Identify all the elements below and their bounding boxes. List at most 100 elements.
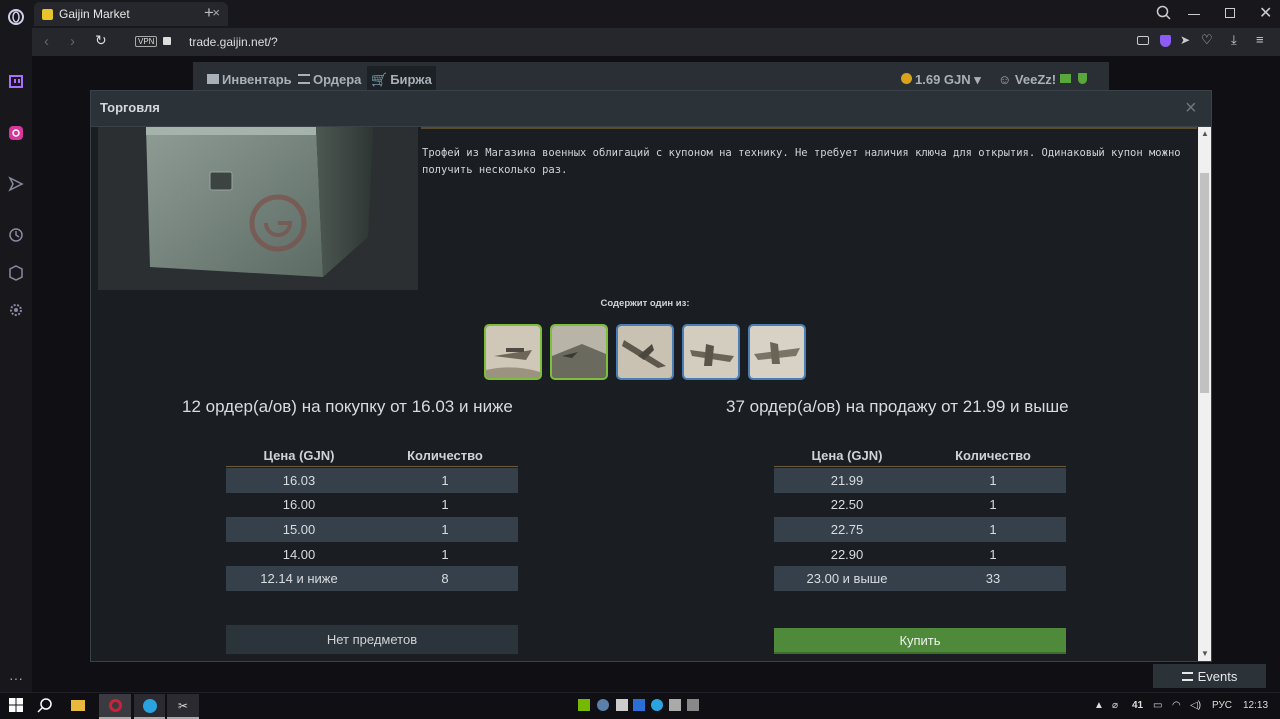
sell-order-row[interactable]: 22.75 1 <box>774 517 1066 542</box>
cart-icon: 🛒 <box>371 72 388 87</box>
events-button[interactable]: Events <box>1153 664 1266 688</box>
sell-order-price: 21.99 <box>830 472 864 488</box>
sell-order-qty: 1 <box>989 546 997 562</box>
opera-taskbar-icon[interactable] <box>99 694 131 719</box>
scroll-up-icon[interactable]: ▲ <box>1201 129 1209 138</box>
flow-icon[interactable]: ➤ <box>1180 33 1190 47</box>
search-taskbar-icon[interactable] <box>37 697 55 715</box>
twitch-icon[interactable] <box>7 74 25 92</box>
opera-logo-icon[interactable] <box>7 8 25 26</box>
extensions-icon[interactable] <box>7 264 25 282</box>
contains-label: Содержит один из: <box>600 298 690 309</box>
buy-order-price: 16.00 <box>282 497 316 513</box>
tray-expand-icon[interactable]: ▲ <box>1094 700 1104 711</box>
nvidia-tray-icon[interactable] <box>578 699 590 711</box>
buy-order-row[interactable]: 15.00 1 <box>226 517 518 542</box>
scrollbar-thumb[interactable] <box>1200 173 1209 393</box>
forward-icon[interactable]: › <box>70 33 75 50</box>
buy-order-row[interactable]: 12.14 и ниже 8 <box>226 566 518 591</box>
heart-icon[interactable]: ♡ <box>1201 32 1213 48</box>
nav-tab-orders[interactable]: Ордера <box>298 72 361 87</box>
buy-order-row[interactable]: 14.00 1 <box>226 542 518 567</box>
file-explorer-icon[interactable] <box>71 697 89 715</box>
buy-order-qty: 8 <box>441 571 449 587</box>
buy-table-header-price[interactable]: Цена (GJN) <box>226 448 372 463</box>
camera-icon[interactable] <box>1137 36 1149 45</box>
settings-icon[interactable] <box>7 301 25 319</box>
gaijin-favicon-icon <box>42 8 53 20</box>
sell-orders-caption: 37 ордер(а/ов) на продажу от 21.99 и выш… <box>726 397 1069 416</box>
reward-thumbnail[interactable] <box>484 324 542 380</box>
sell-order-row[interactable]: 21.99 1 <box>774 468 1066 493</box>
reward-thumbnail[interactable] <box>682 324 740 380</box>
app-tray-icon[interactable] <box>616 699 628 711</box>
reward-thumbnail[interactable] <box>616 324 674 380</box>
buy-button[interactable]: Купить <box>774 628 1066 654</box>
shield-status-icon[interactable] <box>1078 73 1087 84</box>
modal-scrollbar[interactable]: ▲ ▼ <box>1198 127 1211 661</box>
buy-orders-table: 16.03 1 16.00 1 15.00 1 14.00 1 12.14 и ниже 8 <box>226 468 518 591</box>
windows-start-icon[interactable] <box>8 697 26 715</box>
clock[interactable]: 12:13 <box>1243 700 1268 711</box>
vpn-badge[interactable]: VPN <box>135 36 158 47</box>
buy-order-price: 12.14 и ниже <box>260 571 338 587</box>
modal-header: Торговля × <box>91 91 1211 127</box>
buy-table-divider <box>226 466 518 467</box>
reward-thumbnail[interactable] <box>748 324 806 380</box>
volume-icon[interactable]: ◁) <box>1190 700 1201 711</box>
minimize-icon[interactable] <box>1188 14 1200 15</box>
steam-tray-icon[interactable] <box>597 699 609 711</box>
buy-order-price: 16.03 <box>282 472 316 488</box>
modal-close-button[interactable]: × <box>1185 97 1197 120</box>
buy-order-row[interactable]: 16.00 1 <box>226 493 518 518</box>
tray-app-icon[interactable] <box>687 699 699 711</box>
search-icon[interactable] <box>1156 5 1172 26</box>
network-icon[interactable]: ▭ <box>1153 700 1162 711</box>
gjn-coin-icon <box>901 73 912 84</box>
sell-order-price: 23.00 и выше <box>806 571 888 587</box>
download-icon[interactable]: ⤓ <box>1231 32 1237 48</box>
tray-app-icon[interactable] <box>669 699 681 711</box>
telegram-tray-icon[interactable] <box>651 699 663 711</box>
buy-order-qty: 1 <box>441 472 449 488</box>
sell-order-price: 22.50 <box>830 497 864 513</box>
url-field[interactable]: trade.gaijin.net/? <box>189 35 278 49</box>
sell-order-row[interactable]: 22.90 1 <box>774 542 1066 567</box>
send-icon[interactable] <box>7 175 25 193</box>
balance[interactable]: 1.69 GJN ▾ <box>901 72 981 88</box>
back-icon[interactable]: ‹ <box>44 33 49 50</box>
restore-icon[interactable] <box>1225 8 1235 18</box>
sell-table-header-qty[interactable]: Количество <box>920 448 1066 463</box>
briefcase-icon <box>207 74 219 84</box>
instagram-icon[interactable] <box>7 124 25 142</box>
user-menu[interactable]: ☺ VeeZz! <box>998 72 1056 87</box>
nav-tab-inventory[interactable]: Инвентарь <box>207 72 292 87</box>
snipping-taskbar-icon[interactable]: ✂ <box>167 694 199 719</box>
description-divider <box>421 127 1197 129</box>
temperature-value: 41 <box>1132 700 1144 711</box>
events-list-icon <box>1181 671 1193 681</box>
history-icon[interactable] <box>7 226 25 244</box>
language-indicator[interactable]: РУС <box>1212 700 1232 711</box>
temperature-icon: ⌀ <box>1112 700 1119 711</box>
reward-thumbnail[interactable] <box>550 324 608 380</box>
telegram-taskbar-icon[interactable] <box>134 694 165 719</box>
shield-icon[interactable] <box>1160 35 1171 47</box>
new-tab-button[interactable]: + <box>204 3 214 23</box>
wifi-icon[interactable]: ◠ <box>1172 700 1181 711</box>
tab-gaijin-market[interactable]: Gaijin Market × <box>34 2 228 26</box>
close-window-icon[interactable]: ✕ <box>1259 3 1272 23</box>
sell-order-row[interactable]: 22.50 1 <box>774 493 1066 518</box>
buy-table-header-qty[interactable]: Количество <box>372 448 518 463</box>
sell-table-header-price[interactable]: Цена (GJN) <box>774 448 920 463</box>
scroll-down-icon[interactable]: ▼ <box>1201 649 1209 658</box>
sell-order-price: 22.90 <box>830 546 864 562</box>
sell-order-price: 22.75 <box>830 521 864 537</box>
sell-order-row[interactable]: 23.00 и выше 33 <box>774 566 1066 591</box>
reload-icon[interactable]: ↻ <box>95 32 107 49</box>
easy-setup-icon[interactable]: ≡ <box>1256 32 1264 47</box>
photoshop-tray-icon[interactable] <box>633 699 645 711</box>
buy-order-row[interactable]: 16.03 1 <box>226 468 518 493</box>
more-icon[interactable]: ··· <box>7 669 25 687</box>
mail-icon[interactable] <box>1060 74 1071 83</box>
